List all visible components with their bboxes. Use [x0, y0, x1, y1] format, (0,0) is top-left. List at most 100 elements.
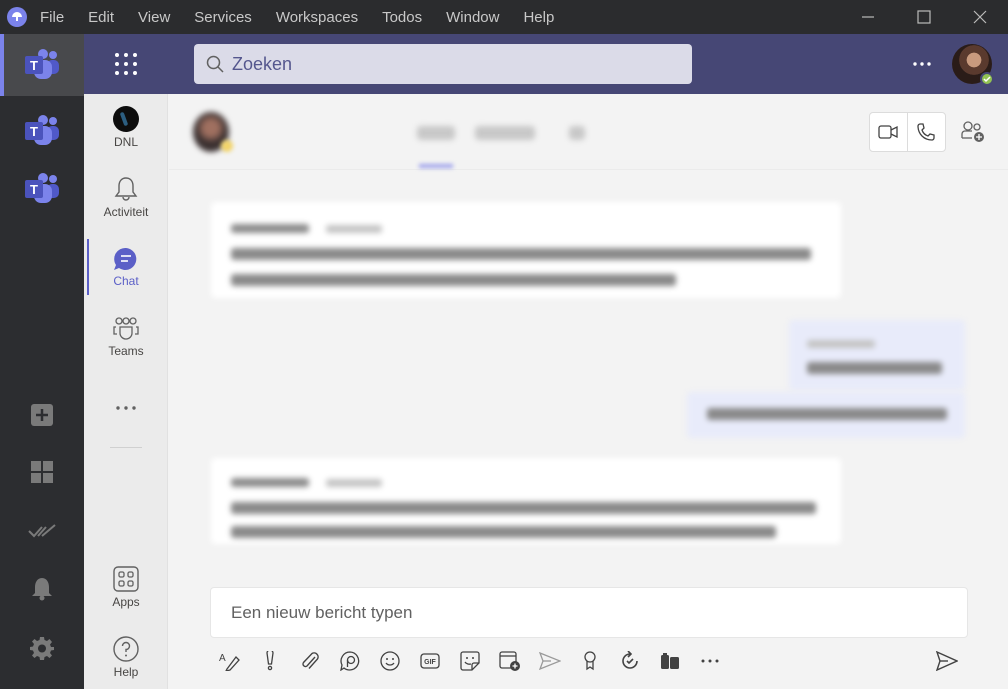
- phone-icon: [917, 123, 935, 141]
- appbar-item-dnl[interactable]: DNL: [84, 96, 168, 158]
- menu-help[interactable]: Help: [523, 9, 554, 26]
- paperclip-icon: [302, 652, 319, 669]
- video-call-button[interactable]: [870, 113, 908, 151]
- svg-text:GIF: GIF: [424, 659, 436, 666]
- app-launcher-button[interactable]: [84, 34, 168, 94]
- appbar-item-apps[interactable]: Apps: [84, 556, 168, 618]
- audio-call-button[interactable]: [908, 113, 946, 151]
- dnl-logo-icon: [113, 105, 139, 132]
- service-rail: T T T: [0, 34, 84, 689]
- apps-messaging-button[interactable]: [650, 644, 690, 678]
- presence-available-icon: [980, 72, 994, 86]
- teams-icon: T: [25, 115, 59, 145]
- workspaces-button[interactable]: [0, 452, 84, 492]
- service-teams-1[interactable]: T: [0, 34, 84, 96]
- close-icon: [973, 10, 987, 24]
- search-box[interactable]: [194, 44, 692, 84]
- approvals-icon: [661, 653, 679, 669]
- emoji-button[interactable]: [370, 644, 410, 678]
- gif-button[interactable]: GIF: [410, 644, 450, 678]
- add-service-button[interactable]: [0, 395, 84, 435]
- bell-icon: [32, 578, 52, 601]
- appbar-item-teams[interactable]: Teams: [84, 306, 168, 368]
- teams-icon: T: [25, 49, 59, 79]
- service-teams-3[interactable]: T: [0, 158, 84, 220]
- schedule-meeting-button[interactable]: [490, 644, 530, 678]
- important-button[interactable]: [250, 644, 290, 678]
- menu-view[interactable]: View: [138, 9, 170, 26]
- sticker-icon: [460, 651, 480, 671]
- close-button[interactable]: [952, 0, 1008, 34]
- updates-button[interactable]: [610, 644, 650, 678]
- more-horizontal-icon: [913, 62, 931, 66]
- appbar-item-chat[interactable]: Chat: [84, 236, 168, 298]
- appbar-more-apps[interactable]: [84, 377, 168, 439]
- workspaces-grid-icon: [31, 461, 53, 483]
- add-people-button[interactable]: [957, 118, 989, 146]
- title-bar: File Edit View Services Workspaces Todos…: [0, 0, 1008, 34]
- loop-component-icon: [340, 651, 360, 671]
- add-tab-blurred[interactable]: [569, 126, 585, 140]
- ferdium-logo-icon: [7, 7, 27, 27]
- appbar-item-help[interactable]: Help: [84, 626, 168, 688]
- service-teams-2[interactable]: T: [0, 100, 84, 162]
- todos-button[interactable]: [0, 511, 84, 551]
- menu-workspaces[interactable]: Workspaces: [276, 9, 358, 26]
- teams-people-icon: [113, 316, 139, 340]
- attach-button[interactable]: [290, 644, 330, 678]
- menu-todos[interactable]: Todos: [382, 9, 422, 26]
- appbar-label: DNL: [113, 134, 138, 149]
- message-incoming[interactable]: [211, 458, 841, 544]
- loop-button[interactable]: [330, 644, 370, 678]
- sticker-button[interactable]: [450, 644, 490, 678]
- add-people-icon: [961, 121, 984, 142]
- stream-button[interactable]: [530, 644, 570, 678]
- help-icon: [113, 635, 139, 662]
- minimize-button[interactable]: [840, 0, 896, 34]
- format-button[interactable]: A: [210, 644, 250, 678]
- menu-services[interactable]: Services: [194, 9, 252, 26]
- format-text-icon: A: [219, 653, 240, 671]
- profile-avatar[interactable]: [952, 44, 994, 86]
- search-icon: [206, 55, 224, 73]
- svg-text:T: T: [30, 58, 38, 73]
- appbar-label: Chat: [113, 273, 139, 288]
- minimize-icon: [862, 16, 874, 18]
- settings-button[interactable]: [0, 628, 84, 668]
- message-outgoing[interactable]: [789, 320, 965, 390]
- add-icon: [31, 404, 53, 426]
- svg-text:T: T: [30, 182, 38, 197]
- menu-edit[interactable]: Edit: [88, 9, 114, 26]
- more-horizontal-icon: [701, 659, 719, 663]
- emoji-icon: [380, 651, 400, 671]
- message-incoming[interactable]: [211, 202, 841, 298]
- chat-tab-blurred[interactable]: [475, 126, 535, 140]
- send-button[interactable]: [931, 647, 963, 675]
- appbar-item-activiteit[interactable]: Activiteit: [84, 166, 168, 228]
- chat-tab-blurred[interactable]: [417, 126, 455, 140]
- settings-gear-icon: [30, 637, 54, 660]
- message-composer[interactable]: [210, 587, 968, 638]
- menu-window[interactable]: Window: [446, 9, 499, 26]
- notifications-button[interactable]: [0, 569, 84, 609]
- app-window: File Edit View Services Workspaces Todos…: [0, 0, 1008, 689]
- message-outgoing[interactable]: [687, 392, 965, 438]
- appbar-divider: [110, 447, 142, 448]
- call-buttons: [869, 112, 946, 152]
- search-input[interactable]: [232, 53, 672, 75]
- appbar-label: Teams: [108, 343, 144, 358]
- chat-pane: A GIF: [169, 94, 1008, 689]
- more-options-button[interactable]: [690, 644, 730, 678]
- message-input[interactable]: [231, 588, 951, 637]
- more-horizontal-icon: [116, 406, 136, 410]
- active-tab-indicator: [419, 164, 453, 168]
- teams-header: [84, 34, 1008, 94]
- app-bar: DNL Activiteit Chat Teams Apps Help: [84, 94, 168, 689]
- praise-button[interactable]: [570, 644, 610, 678]
- settings-more-button[interactable]: [904, 52, 940, 76]
- maximize-button[interactable]: [896, 0, 952, 34]
- praise-badge-icon: [584, 651, 596, 671]
- send-outline-icon: [539, 652, 561, 670]
- menu-file[interactable]: File: [40, 9, 64, 26]
- exclamation-icon: [266, 651, 274, 671]
